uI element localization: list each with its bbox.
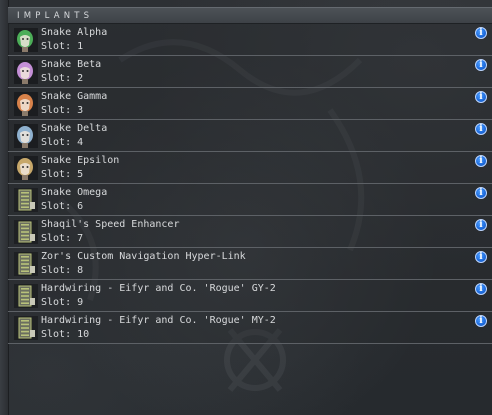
implant-row[interactable]: Shaqil's Speed Enhancer Slot: 7 i <box>8 216 492 248</box>
implant-list: Snake Alpha Slot: 1 i Snake Beta Slot: 2 i Sna… <box>8 24 492 344</box>
hardwiring-chip-icon <box>14 252 38 276</box>
implant-row[interactable]: Snake Gamma Slot: 3 i <box>8 88 492 120</box>
implant-row[interactable]: Hardwiring - Eifyr and Co. 'Rogue' MY-2 S… <box>8 312 492 344</box>
panel-title: IMPLANTS <box>17 10 94 21</box>
info-icon[interactable]: i <box>475 315 487 327</box>
implant-row[interactable]: Snake Epsilon Slot: 5 i <box>8 152 492 184</box>
implant-row[interactable]: Snake Delta Slot: 4 i <box>8 120 492 152</box>
implant-slot: Slot: 1 <box>41 41 84 52</box>
info-icon[interactable]: i <box>475 123 487 135</box>
implant-slot: Slot: 2 <box>41 73 84 84</box>
implant-slot: Slot: 10 <box>41 329 90 340</box>
hardwiring-chip-icon <box>14 188 38 212</box>
head-implant-icon <box>14 28 38 52</box>
head-implant-icon <box>14 92 38 116</box>
info-icon[interactable]: i <box>475 251 487 263</box>
implant-name: Hardwiring - Eifyr and Co. 'Rogue' GY-2 <box>41 283 276 294</box>
head-implant-icon <box>14 156 38 180</box>
implant-name: Hardwiring - Eifyr and Co. 'Rogue' MY-2 <box>41 315 276 326</box>
implant-name: Shaqil's Speed Enhancer <box>41 219 180 230</box>
implant-row[interactable]: Snake Beta Slot: 2 i <box>8 56 492 88</box>
implant-row[interactable]: Snake Omega Slot: 6 i <box>8 184 492 216</box>
implant-name: Snake Beta <box>41 59 102 70</box>
info-icon[interactable]: i <box>475 219 487 231</box>
info-icon[interactable]: i <box>475 187 487 199</box>
implant-row[interactable]: Hardwiring - Eifyr and Co. 'Rogue' GY-2 S… <box>8 280 492 312</box>
info-icon[interactable]: i <box>475 155 487 167</box>
info-icon[interactable]: i <box>475 91 487 103</box>
implant-name: Snake Epsilon <box>41 155 120 166</box>
hardwiring-chip-icon <box>14 316 38 340</box>
implant-slot: Slot: 4 <box>41 137 84 148</box>
info-icon[interactable]: i <box>475 59 487 71</box>
implant-row[interactable]: Snake Alpha Slot: 1 i <box>8 24 492 56</box>
implant-row[interactable]: Zor's Custom Navigation Hyper-Link Slot: … <box>8 248 492 280</box>
head-implant-icon <box>14 124 38 148</box>
implant-slot: Slot: 5 <box>41 169 84 180</box>
implant-slot: Slot: 3 <box>41 105 84 116</box>
implant-name: Snake Gamma <box>41 91 108 102</box>
implant-name: Snake Alpha <box>41 27 108 38</box>
panel-header: IMPLANTS <box>8 7 492 24</box>
hardwiring-chip-icon <box>14 284 38 308</box>
head-implant-icon <box>14 60 38 84</box>
implant-slot: Slot: 6 <box>41 201 84 212</box>
implant-slot: Slot: 8 <box>41 265 84 276</box>
info-icon[interactable]: i <box>475 283 487 295</box>
implant-name: Snake Delta <box>41 123 108 134</box>
implant-name: Snake Omega <box>41 187 108 198</box>
implant-name: Zor's Custom Navigation Hyper-Link <box>41 251 246 262</box>
info-icon[interactable]: i <box>475 27 487 39</box>
implants-panel: IMPLANTS Snake Alpha Slot: 1 i Snake Beta Sl… <box>8 7 492 347</box>
implant-slot: Slot: 9 <box>41 297 84 308</box>
implant-slot: Slot: 7 <box>41 233 84 244</box>
hardwiring-chip-icon <box>14 220 38 244</box>
